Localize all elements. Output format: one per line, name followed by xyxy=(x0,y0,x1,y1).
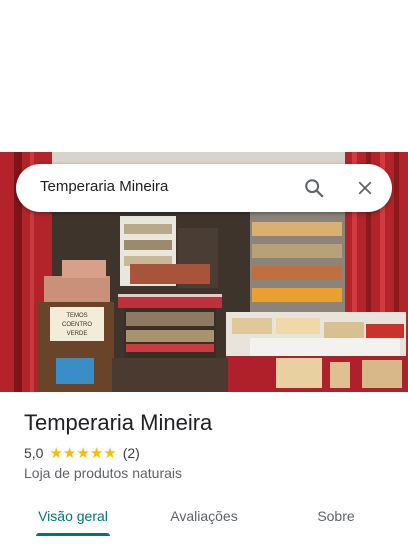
rating-value: 5,0 xyxy=(24,445,44,461)
map-area-blank xyxy=(0,0,408,152)
search-icon[interactable] xyxy=(300,174,328,202)
svg-text:VERDE: VERDE xyxy=(67,331,88,337)
star-icon: ★ xyxy=(49,444,63,462)
place-category[interactable]: Loja de produtos naturais xyxy=(24,465,182,481)
rating-row[interactable]: 5,0 ★ ★ ★ ★ ★ (2) xyxy=(24,444,140,462)
svg-text:TEMOS: TEMOS xyxy=(66,313,87,319)
tab-bar: Visão geral Avaliações Sobre xyxy=(0,496,408,544)
active-tab-indicator xyxy=(36,533,110,536)
tab-about[interactable]: Sobre xyxy=(290,496,382,536)
place-title: Temperaria Mineira xyxy=(24,410,213,435)
star-icon: ★ xyxy=(103,444,117,462)
star-icon: ★ xyxy=(89,444,104,462)
star-icon: ★ xyxy=(62,444,77,462)
close-icon[interactable] xyxy=(351,174,379,202)
tab-overview[interactable]: Visão geral xyxy=(24,496,122,536)
search-input[interactable]: Temperaria Mineira xyxy=(40,178,168,195)
tab-reviews[interactable]: Avaliações xyxy=(152,496,256,536)
rating-stars: ★ ★ ★ ★ ★ xyxy=(49,446,116,461)
svg-text:COENTRO: COENTRO xyxy=(62,322,92,328)
star-icon: ★ xyxy=(76,444,90,462)
review-count[interactable]: (2) xyxy=(123,445,140,461)
search-bar[interactable]: Temperaria Mineira xyxy=(16,164,392,212)
